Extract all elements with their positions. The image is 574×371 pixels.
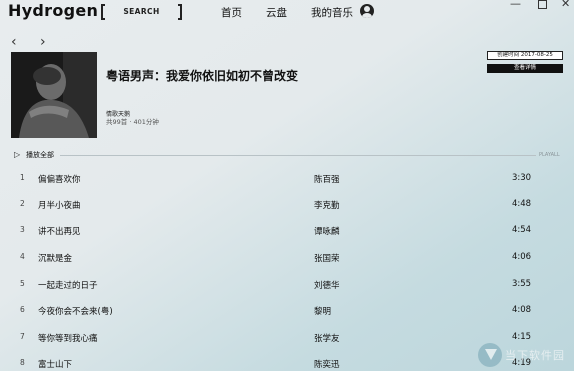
watermark: 当下软件园	[478, 341, 574, 371]
song-row[interactable]: 6 今夜你会不会来(粤) 黎明 4:08	[0, 305, 574, 331]
song-number: 4	[20, 252, 25, 261]
song-title[interactable]: 偏偏喜欢你	[38, 173, 81, 185]
song-number: 3	[20, 225, 25, 234]
forward-arrow-icon[interactable]: ›	[40, 34, 46, 50]
song-artist[interactable]: 刘德华	[314, 279, 340, 291]
song-artist[interactable]: 张国荣	[314, 252, 340, 264]
song-number: 2	[20, 199, 25, 208]
song-number: 8	[20, 358, 25, 367]
song-duration: 4:06	[512, 252, 532, 262]
app-title: Hydrogen	[8, 1, 99, 20]
song-title[interactable]: 今夜你会不会来(粤)	[38, 305, 113, 317]
maximize-button[interactable]	[538, 0, 547, 9]
playlist-meta: 共99首 · 401分钟	[106, 118, 159, 126]
search-bracket-right	[178, 4, 182, 20]
nav-home[interactable]: 首页	[221, 5, 242, 20]
song-duration: 3:55	[512, 279, 532, 289]
song-title[interactable]: 讲不出再见	[38, 225, 81, 237]
song-duration: 4:08	[512, 305, 532, 315]
nav-cloud[interactable]: 云盘	[266, 5, 287, 20]
search-label: SEARCH	[123, 7, 160, 16]
song-number: 5	[20, 279, 25, 288]
song-row[interactable]: 4 沉默是金 张国荣 4:06	[0, 252, 574, 278]
song-artist[interactable]: 张学友	[314, 332, 340, 344]
search-button[interactable]: SEARCH	[101, 4, 182, 20]
song-duration: 4:54	[512, 225, 532, 235]
play-all-tag: PLAYALL	[539, 152, 560, 158]
song-duration: 4:48	[512, 199, 532, 209]
song-artist[interactable]: 李克勤	[314, 199, 340, 211]
play-all-button[interactable]: 播放全部	[26, 150, 54, 160]
watermark-logo-icon	[478, 343, 502, 367]
song-title[interactable]: 富士山下	[38, 358, 72, 370]
song-number: 1	[20, 173, 25, 182]
created-date-badge: 创建时间 2017-08-25	[487, 51, 563, 60]
song-title[interactable]: 等你等到我心痛	[38, 332, 98, 344]
song-title[interactable]: 沉默是金	[38, 252, 72, 264]
song-title[interactable]: 月半小夜曲	[38, 199, 81, 211]
song-artist[interactable]: 陈百强	[314, 173, 340, 185]
song-artist[interactable]: 陈奕迅	[314, 358, 340, 370]
song-number: 7	[20, 332, 25, 341]
back-arrow-icon[interactable]: ‹	[11, 34, 17, 50]
song-row[interactable]: 2 月半小夜曲 李克勤 4:48	[0, 199, 574, 225]
song-artist[interactable]: 谭咏麟	[314, 225, 340, 237]
playlist-cover	[11, 52, 97, 138]
song-row[interactable]: 3 讲不出再见 谭咏麟 4:54	[0, 225, 574, 251]
play-icon[interactable]: ▷	[14, 150, 20, 159]
song-row[interactable]: 5 一起走过的日子 刘德华 3:55	[0, 279, 574, 305]
divider	[60, 155, 536, 156]
playlist-title: 粤语男声：我爱你依旧如初不曾改变	[106, 69, 299, 83]
song-duration: 3:30	[512, 173, 532, 183]
nav-my-music[interactable]: 我的音乐	[311, 5, 353, 20]
song-number: 6	[20, 305, 25, 314]
song-artist[interactable]: 黎明	[314, 305, 331, 317]
song-row[interactable]: 1 偏偏喜欢你 陈百强 3:30	[0, 173, 574, 199]
close-button[interactable]: ✕	[561, 0, 570, 10]
minimize-button[interactable]: —	[510, 0, 521, 10]
song-title[interactable]: 一起走过的日子	[38, 279, 98, 291]
user-avatar-icon[interactable]	[360, 4, 374, 18]
watermark-text: 当下软件园	[505, 349, 565, 362]
details-button[interactable]: 查看详情	[487, 64, 563, 73]
